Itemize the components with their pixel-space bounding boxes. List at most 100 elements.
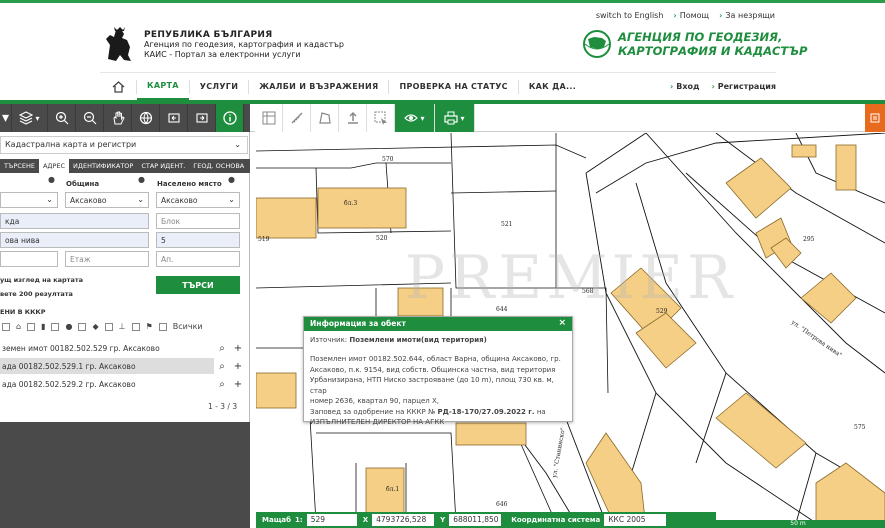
select-button[interactable]: [367, 104, 395, 132]
coord-system-select[interactable]: ККС 2005: [604, 514, 667, 526]
popup-line: Поземлен имот 00182.502.644, област Варн…: [310, 355, 561, 363]
filter-checkbox[interactable]: [158, 322, 167, 331]
result-limit-option[interactable]: вете 200 резултата: [0, 290, 73, 298]
nav-tab-services[interactable]: УСЛУГИ: [190, 73, 248, 101]
home-icon: ⌂: [16, 322, 22, 331]
scale-bar: 50 m: [711, 520, 885, 528]
republic-logo-text: РЕПУБЛИКА БЪЛГАРИЯ Агенция по геодезия, …: [144, 30, 344, 60]
help-link[interactable]: › Помощ: [673, 11, 709, 20]
search-button[interactable]: ТЪРСИ: [156, 276, 240, 294]
accessibility-link[interactable]: › За незрящи: [719, 11, 775, 20]
full-extent-button[interactable]: [132, 104, 160, 132]
search-icon[interactable]: ⌕: [214, 376, 230, 392]
popup-line: номер 2636, квартал 90, парцел X,: [310, 397, 439, 405]
popup-header: Информация за обект ×: [304, 317, 572, 331]
add-icon[interactable]: +: [230, 376, 246, 392]
search-icon[interactable]: ⌕: [214, 340, 230, 356]
add-icon[interactable]: +: [230, 340, 246, 356]
select-icon: [374, 111, 387, 125]
popup-body: Поземлен имот 00182.502.644, област Варн…: [304, 344, 572, 428]
layer-select[interactable]: Кадастрална карта и регистри ⌄: [0, 136, 248, 154]
zoom-out-button[interactable]: [76, 104, 104, 132]
agency-line-1: АГЕНЦИЯ ПО ГЕОДЕЗИЯ,: [618, 30, 783, 44]
layer-visibility-button[interactable]: ▾: [395, 104, 435, 132]
all-label: Всички: [172, 322, 203, 331]
parcel-label: 521: [501, 221, 512, 228]
map-extent-option[interactable]: ущ изглед на картата: [0, 276, 83, 284]
measure-area-button[interactable]: [311, 104, 339, 132]
upload-button[interactable]: [339, 104, 367, 132]
filter-checkbox[interactable]: [104, 322, 113, 331]
number-input[interactable]: 5: [156, 232, 240, 248]
tab-identifier[interactable]: ИДЕНТИФИКАТОР: [69, 159, 137, 173]
obshtina-label: Община: [66, 180, 100, 188]
chevron-down-icon[interactable]: ▾: [0, 104, 12, 132]
side-panel-toggle[interactable]: [865, 104, 885, 132]
info-button[interactable]: [216, 104, 244, 132]
upload-icon: [347, 111, 358, 124]
parcel-label: 646: [496, 501, 508, 508]
switch-language-link[interactable]: switch to English: [596, 11, 664, 20]
list-item[interactable]: земен имот 00182.502.529 гр. Аксаково ⌕ +: [0, 340, 250, 356]
area-input[interactable]: ова нива: [0, 232, 149, 248]
register-link[interactable]: › Регистрация: [711, 82, 776, 91]
chevron-right-icon: ›: [711, 82, 715, 91]
blok-input[interactable]: Блок: [156, 213, 240, 229]
login-link[interactable]: › Вход: [670, 82, 700, 91]
naseleno-select[interactable]: Аксаково ⌄: [156, 192, 240, 208]
filter-checkbox[interactable]: [2, 322, 10, 331]
tab-address[interactable]: АДРЕС: [38, 159, 70, 173]
list-item[interactable]: ада 00182.502.529.2 гр. Аксаково ⌕ +: [0, 376, 250, 392]
zoom-in-button[interactable]: [48, 104, 76, 132]
search-icon[interactable]: ⌕: [214, 358, 230, 374]
nav-tab-status-check[interactable]: ПРОВЕРКА НА СТАТУС: [389, 73, 517, 101]
chevron-down-icon: ⌄: [228, 195, 235, 204]
y-coordinate: 688011,850: [449, 514, 502, 526]
cadastre-tool-button[interactable]: [255, 104, 283, 132]
street-input[interactable]: кда: [0, 213, 149, 229]
layers-button[interactable]: ▾: [12, 104, 48, 132]
building-label: бл.1: [386, 486, 399, 493]
agency-logo[interactable]: АГЕНЦИЯ ПО ГЕОДЕЗИЯ, КАРТОГРАФИЯ И КАДАС…: [582, 29, 807, 59]
hand-icon: [112, 111, 125, 125]
tab-geodetic-base[interactable]: ГЕОД. ОСНОВА: [189, 159, 248, 173]
measure-distance-button[interactable]: [283, 104, 311, 132]
print-button[interactable]: ▾: [435, 104, 475, 132]
parcel-label: 295: [803, 236, 815, 243]
tab-search[interactable]: ТЪРСЕНЕ: [0, 159, 39, 173]
next-extent-button[interactable]: [188, 104, 216, 132]
popup-title: Информация за обект: [310, 319, 406, 328]
filter-checkbox[interactable]: [51, 322, 60, 331]
obshtina-select[interactable]: Аксаково ⌄: [65, 192, 149, 208]
polygon-icon: [318, 112, 331, 124]
layer-eye-icon: [404, 114, 419, 122]
location-pin-icon: ●: [65, 322, 73, 331]
entrance-input[interactable]: [0, 251, 58, 267]
agency-line-2: КАРТОГРАФИЯ И КАДАСТЪР: [618, 44, 808, 58]
close-icon[interactable]: ×: [558, 318, 566, 328]
layers-icon: ◆: [92, 322, 99, 331]
home-nav-button[interactable]: [100, 73, 136, 101]
toolbar-left-group: ▾ ▾: [0, 104, 250, 132]
nav-tab-how-to[interactable]: КАК ДА...: [519, 73, 586, 101]
building-icon: ▮: [41, 322, 46, 331]
nav-tab-map[interactable]: КАРТА: [137, 73, 189, 101]
filter-checkbox[interactable]: [27, 322, 36, 331]
previous-extent-button[interactable]: [160, 104, 188, 132]
filter-checkbox[interactable]: [78, 322, 87, 331]
apartment-input[interactable]: Ап.: [156, 251, 240, 267]
list-item[interactable]: ада 00182.502.529.1 гр. Аксаково ⌕ +: [0, 358, 250, 374]
nav-tab-complaints[interactable]: ЖАЛБИ И ВЪЗРАЖЕНИЯ: [249, 73, 388, 101]
parcel-label: 575: [854, 424, 866, 431]
login-label: Вход: [676, 82, 700, 91]
tab-old-identifier[interactable]: СТАР ИДЕНТ.: [137, 159, 189, 173]
pan-button[interactable]: [104, 104, 132, 132]
scale-input[interactable]: 529: [306, 514, 357, 526]
republic-logo[interactable]: РЕПУБЛИКА БЪЛГАРИЯ Агенция по геодезия, …: [100, 25, 344, 65]
floor-input[interactable]: Етаж: [65, 251, 149, 267]
region-select[interactable]: ⌄: [0, 192, 58, 208]
filter-checkbox[interactable]: [131, 322, 140, 331]
search-tabs: ТЪРСЕНЕ АДРЕС ИДЕНТИФИКАТОР СТАР ИДЕНТ. …: [0, 159, 250, 173]
flag-icon: ⚑: [145, 322, 153, 331]
add-icon[interactable]: +: [230, 358, 246, 374]
